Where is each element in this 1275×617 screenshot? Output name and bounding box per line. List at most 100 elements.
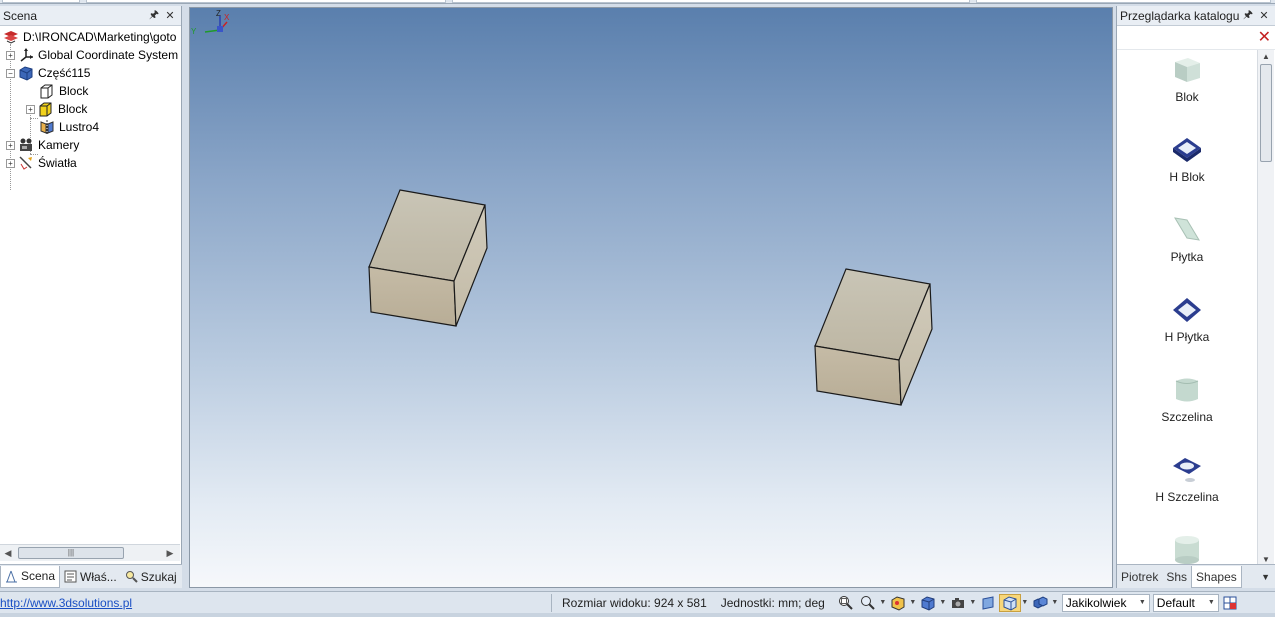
layout-button[interactable] xyxy=(1219,594,1241,612)
scroll-down-icon[interactable]: ▼ xyxy=(1262,555,1270,564)
tree-item-label: Część115 xyxy=(38,66,91,80)
units-readout: Jednostki: mm; deg xyxy=(720,595,825,610)
chevron-down-icon: ▼ xyxy=(1138,599,1146,606)
close-catalog-icon[interactable]: ✕ xyxy=(1258,29,1271,46)
scene-root-icon xyxy=(4,31,18,44)
catalog-item-label: H Płytka xyxy=(1164,330,1210,344)
catalog-panel-header: Przeglądarka katalogu 🖈︎ ✕ xyxy=(1117,6,1275,26)
section-button[interactable] xyxy=(977,594,999,612)
scrollbar-thumb[interactable]: ||| xyxy=(18,547,124,559)
scene-panel-header: Scena 🖈︎ ✕ xyxy=(0,6,181,26)
view-cube-icon xyxy=(921,595,935,611)
close-icon[interactable]: ✕ xyxy=(162,9,178,22)
scroll-left-icon[interactable]: ◀ xyxy=(3,548,13,559)
tab-menu-icon[interactable]: ▼ xyxy=(1261,572,1275,582)
tab-piotrek[interactable]: Piotrek xyxy=(1117,566,1162,588)
chevron-down-icon[interactable]: ▼ xyxy=(939,599,947,606)
expand-icon[interactable]: + xyxy=(6,158,15,168)
catalog-item-blok[interactable]: Blok xyxy=(1117,54,1257,104)
chevron-down-icon[interactable]: ▼ xyxy=(879,599,887,606)
camera-icon xyxy=(20,138,32,151)
tree-item-cameras[interactable]: + Kamery xyxy=(6,136,79,154)
catalog-item-h-plytka[interactable]: H Płytka xyxy=(1117,294,1257,344)
tree-item-block-1[interactable]: Block xyxy=(39,82,88,100)
catalog-item-label: Szczelina xyxy=(1161,410,1213,424)
expand-icon[interactable]: + xyxy=(6,50,15,60)
shaded-cube-icon xyxy=(891,595,905,611)
catalog-item-label: H Blok xyxy=(1169,170,1205,184)
hollow-slot-shape-icon xyxy=(1173,458,1201,482)
style-dropdown[interactable]: Default ▼ xyxy=(1152,593,1219,612)
tree-item-lights[interactable]: + Światła xyxy=(6,154,77,172)
chevron-down-icon[interactable]: ▼ xyxy=(1051,599,1059,606)
catalog-vertical-scrollbar[interactable]: ▲ ▼ xyxy=(1257,50,1274,568)
assembly-button[interactable] xyxy=(1029,594,1051,612)
top-strip xyxy=(0,0,1275,4)
search-icon xyxy=(125,571,138,583)
tab-shapes[interactable]: Shapes xyxy=(1191,565,1242,588)
cylinder-shape-icon xyxy=(1175,536,1199,564)
selection-filter-dropdown[interactable]: Jakikolwiek ▼ xyxy=(1061,593,1150,612)
catalog-toolbar: ✕ xyxy=(1117,26,1275,50)
tab-search[interactable]: Szukaj xyxy=(121,566,181,588)
tab-properties[interactable]: Właś... xyxy=(60,566,121,588)
zoom-button[interactable] xyxy=(857,594,879,612)
tree-item-part[interactable]: − Część115 xyxy=(6,64,90,82)
view-size-readout: Rozmiar widoku: 924 x 581 xyxy=(562,595,707,610)
tree-horizontal-scrollbar[interactable]: ◀ ||| ▶ xyxy=(0,544,180,561)
scroll-right-icon[interactable]: ▶ xyxy=(165,548,175,559)
catalog-item-h-szczelina[interactable]: H Szczelina xyxy=(1117,454,1257,504)
scroll-up-icon[interactable]: ▲ xyxy=(1262,52,1270,61)
tree-item-label: Block xyxy=(58,102,88,116)
pin-icon[interactable]: 🖈︎ xyxy=(146,6,162,25)
expand-icon[interactable]: + xyxy=(6,140,15,150)
block-solid-2[interactable] xyxy=(814,268,933,406)
chevron-down-icon[interactable]: ▼ xyxy=(969,599,977,606)
tab-scene[interactable]: Scena xyxy=(0,565,61,588)
scene-canvas xyxy=(368,189,933,406)
tree-item-block-2[interactable]: + Block xyxy=(26,100,87,118)
chevron-down-icon[interactable]: ▼ xyxy=(909,599,917,606)
website-link[interactable]: http://www.3dsolutions.pl xyxy=(0,596,551,610)
scrollbar-thumb[interactable] xyxy=(1260,64,1272,162)
zoom-fit-button[interactable] xyxy=(835,594,857,612)
block-solid-1[interactable] xyxy=(368,189,488,327)
catalog-item-h-blok[interactable]: H Blok xyxy=(1117,134,1257,184)
tree-item-root[interactable]: D:\IRONCAD\Marketing\goto xyxy=(3,28,176,46)
camera-button[interactable] xyxy=(947,594,969,612)
pin-icon[interactable]: 🖈︎ xyxy=(1240,6,1256,25)
chevron-down-icon: ▼ xyxy=(1207,599,1215,606)
hollow-block-shape-icon xyxy=(1173,138,1201,162)
tree-item-global-coordinate-system[interactable]: + Global Coordinate System xyxy=(6,46,178,64)
mirror-icon xyxy=(40,120,54,134)
section-plane-icon xyxy=(982,595,994,610)
3d-viewport[interactable]: Z X Y xyxy=(189,7,1113,588)
scene-tab-icon xyxy=(6,570,17,582)
scene-panel-tabs: Scena Właś... Szukaj xyxy=(0,564,182,588)
render-mode-button[interactable] xyxy=(887,594,909,612)
light-icon xyxy=(19,156,32,170)
expand-icon[interactable]: + xyxy=(26,104,35,114)
axis-label-z: Z xyxy=(216,9,221,18)
close-icon[interactable]: ✕ xyxy=(1256,9,1272,22)
block-yellow-icon xyxy=(39,102,52,117)
chevron-down-icon[interactable]: ▼ xyxy=(1021,599,1029,606)
catalog-item-szczelina[interactable]: Szczelina xyxy=(1117,374,1257,424)
properties-tab-icon xyxy=(64,570,77,583)
display-mode-button[interactable] xyxy=(998,593,1021,612)
tab-shs[interactable]: Shs xyxy=(1162,566,1191,588)
camera-icon xyxy=(951,597,964,608)
collapse-icon[interactable]: − xyxy=(6,68,15,78)
scene-panel-title: Scena xyxy=(3,8,38,23)
view-orientation-button[interactable] xyxy=(917,594,939,612)
tree-item-label: Block xyxy=(59,84,89,98)
hollow-plate-shape-icon xyxy=(1173,298,1201,322)
catalog-item-plytka[interactable]: Płytka xyxy=(1117,214,1257,264)
tree-connector xyxy=(30,118,38,119)
scene-panel: Scena 🖈︎ ✕ D:\IRONCAD\Marketing\goto + G… xyxy=(0,6,182,588)
scene-tree: D:\IRONCAD\Marketing\goto + Global Coord… xyxy=(0,26,181,546)
coordinate-system-icon xyxy=(20,48,33,62)
catalog-item-cylinder[interactable] xyxy=(1117,534,1257,566)
tree-item-mirror[interactable]: Lustro4 xyxy=(39,118,99,136)
tree-item-label: Światła xyxy=(38,156,77,170)
